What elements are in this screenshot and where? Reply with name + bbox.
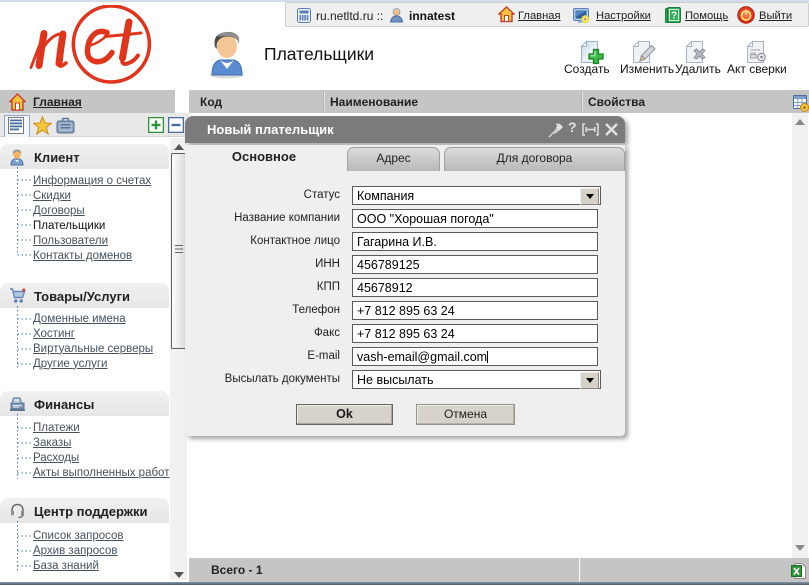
svg-text:?: ? — [671, 11, 677, 22]
